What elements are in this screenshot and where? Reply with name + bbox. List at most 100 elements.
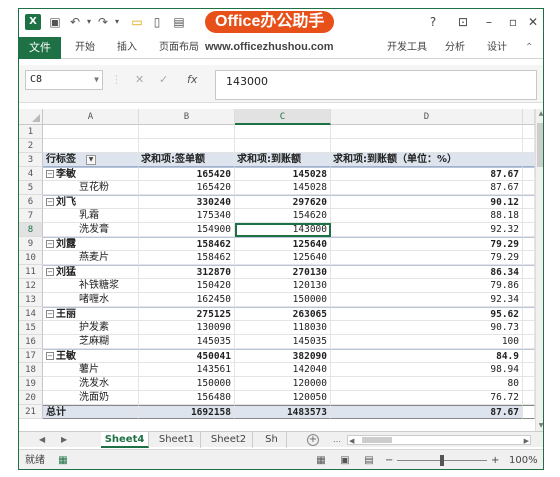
cell-signed-amount[interactable]: 175340 — [139, 209, 235, 223]
cell-received-amount[interactable]: 270130 — [235, 265, 331, 279]
cell-received-percent[interactable]: 87.67 — [331, 181, 523, 195]
scroll-left-icon[interactable]: ◀ — [349, 433, 354, 449]
page-layout-view-icon[interactable]: ▣ — [339, 455, 351, 467]
cell-received-percent[interactable]: 100 — [331, 335, 523, 349]
cell-received-amount[interactable] — [235, 139, 331, 153]
prev-sheet-icon[interactable]: ◀ — [39, 432, 45, 448]
cell-signed-amount[interactable]: 165420 — [139, 181, 235, 195]
row-header[interactable]: 2 — [19, 139, 43, 153]
cell-empty[interactable] — [523, 265, 535, 279]
horizontal-scrollbar[interactable]: ◀ ▶ — [347, 435, 531, 445]
cell-signed-amount[interactable]: 150000 — [139, 377, 235, 391]
cell-empty[interactable] — [523, 405, 535, 419]
cell-received-amount[interactable]: 120050 — [235, 391, 331, 405]
cell-label[interactable]: 洗面奶 — [43, 391, 139, 405]
print-preview-icon[interactable]: ▤ — [171, 14, 187, 30]
cell-signed-amount[interactable]: 156480 — [139, 391, 235, 405]
collapse-icon[interactable]: − — [46, 240, 54, 248]
cell-signed-amount[interactable]: 130090 — [139, 321, 235, 335]
column-header-a[interactable]: A — [43, 109, 139, 125]
tab-design[interactable]: 设计 — [487, 37, 507, 59]
cell-label[interactable]: 啫喱水 — [43, 293, 139, 307]
scroll-down-icon[interactable]: ▼ — [536, 421, 543, 431]
row-header[interactable]: 3 — [19, 153, 43, 167]
cell-label[interactable]: − 李敏 — [43, 167, 139, 181]
cell-received-percent[interactable]: 90.12 — [331, 195, 523, 209]
row-header[interactable]: 7 — [19, 209, 43, 223]
save-icon[interactable]: ▣ — [47, 14, 63, 30]
cell-signed-amount[interactable]: 165420 — [139, 167, 235, 181]
cell-signed-amount[interactable]: 158462 — [139, 251, 235, 265]
cell-label[interactable]: − 刘猛 — [43, 265, 139, 279]
cell-received-percent[interactable]: 92.32 — [331, 223, 523, 237]
cell-received-percent[interactable]: 79.86 — [331, 279, 523, 293]
cell-label[interactable]: 总计 — [43, 405, 139, 419]
cell-received-amount[interactable]: 145028 — [235, 167, 331, 181]
cell-label[interactable]: 补铁糖浆 — [43, 279, 139, 293]
cell-received-percent[interactable]: 90.73 — [331, 321, 523, 335]
scroll-up-icon[interactable]: ▲ — [536, 109, 543, 119]
column-header-b[interactable]: B — [139, 109, 235, 125]
close-icon[interactable]: ✕ — [523, 13, 543, 31]
cell-received-amount[interactable]: 297620 — [235, 195, 331, 209]
help-icon[interactable]: ? — [423, 13, 443, 31]
cell-received-amount[interactable]: 154620 — [235, 209, 331, 223]
cell-label[interactable]: 洗发水 — [43, 377, 139, 391]
cancel-icon[interactable]: ✕ — [135, 73, 144, 86]
tab-analyze[interactable]: 分析 — [445, 37, 465, 59]
row-header[interactable]: 1 — [19, 125, 43, 139]
column-header-d[interactable]: D — [331, 109, 523, 125]
minimize-icon[interactable]: – — [479, 13, 499, 31]
row-header[interactable]: 17 — [19, 349, 43, 363]
collapse-icon[interactable]: − — [46, 198, 54, 206]
next-sheet-icon[interactable]: ▶ — [61, 432, 67, 448]
row-header[interactable]: 6 — [19, 195, 43, 209]
cell-empty[interactable] — [523, 377, 535, 391]
cell-empty[interactable] — [523, 209, 535, 223]
cell-empty[interactable] — [523, 153, 535, 167]
cell-label[interactable] — [43, 139, 139, 153]
zoom-slider-knob[interactable] — [440, 455, 444, 466]
cell-received-amount[interactable]: 求和项:到账额 — [235, 153, 331, 167]
cell-empty[interactable] — [523, 237, 535, 251]
cell-received-percent[interactable]: 80 — [331, 377, 523, 391]
cell-signed-amount[interactable] — [139, 139, 235, 153]
cell-received-percent[interactable]: 求和项:到账额（单位：%） — [331, 153, 523, 167]
cell-received-amount[interactable]: 145035 — [235, 335, 331, 349]
cell-received-amount[interactable]: 120000 — [235, 377, 331, 391]
sheet-tab-sheet1[interactable]: Sheet1 — [153, 432, 201, 448]
formula-input[interactable]: 143000 — [215, 70, 537, 100]
page-break-view-icon[interactable]: ▤ — [363, 455, 375, 467]
row-header[interactable]: 19 — [19, 377, 43, 391]
cell-received-amount[interactable] — [235, 125, 331, 139]
cell-received-amount[interactable]: 150000 — [235, 293, 331, 307]
row-header[interactable]: 16 — [19, 335, 43, 349]
zoom-out-button[interactable]: − — [385, 450, 393, 469]
row-header[interactable]: 15 — [19, 321, 43, 335]
chevron-down-icon[interactable]: ▼ — [94, 71, 99, 89]
cell-received-percent[interactable]: 88.18 — [331, 209, 523, 223]
row-header[interactable]: 4 — [19, 167, 43, 181]
cell-empty[interactable] — [523, 181, 535, 195]
tab-home[interactable]: 开始 — [75, 37, 95, 59]
cell-signed-amount[interactable]: 1692158 — [139, 405, 235, 419]
cell-received-amount[interactable]: 125640 — [235, 251, 331, 265]
cell-label[interactable]: 乳霜 — [43, 209, 139, 223]
tab-file[interactable]: 文件 — [19, 37, 61, 59]
row-header[interactable]: 11 — [19, 265, 43, 279]
vertical-scroll-thumb[interactable] — [537, 123, 543, 167]
cell-empty[interactable] — [523, 321, 535, 335]
cell-label[interactable]: 豆花粉 — [43, 181, 139, 195]
cell-received-percent[interactable] — [331, 125, 523, 139]
tab-developer[interactable]: 开发工具 — [387, 37, 427, 59]
cell-signed-amount[interactable]: 143561 — [139, 363, 235, 377]
cell-received-percent[interactable]: 87.67 — [331, 167, 523, 181]
cell-signed-amount[interactable]: 275125 — [139, 307, 235, 321]
cell-empty[interactable] — [523, 307, 535, 321]
cell-label[interactable]: 洗发膏 — [43, 223, 139, 237]
cell-label[interactable]: 护发素 — [43, 321, 139, 335]
cell-received-percent[interactable]: 87.67 — [331, 405, 523, 419]
row-header[interactable]: 10 — [19, 251, 43, 265]
cell-received-amount[interactable]: 120130 — [235, 279, 331, 293]
cell-label[interactable]: − 刘飞 — [43, 195, 139, 209]
